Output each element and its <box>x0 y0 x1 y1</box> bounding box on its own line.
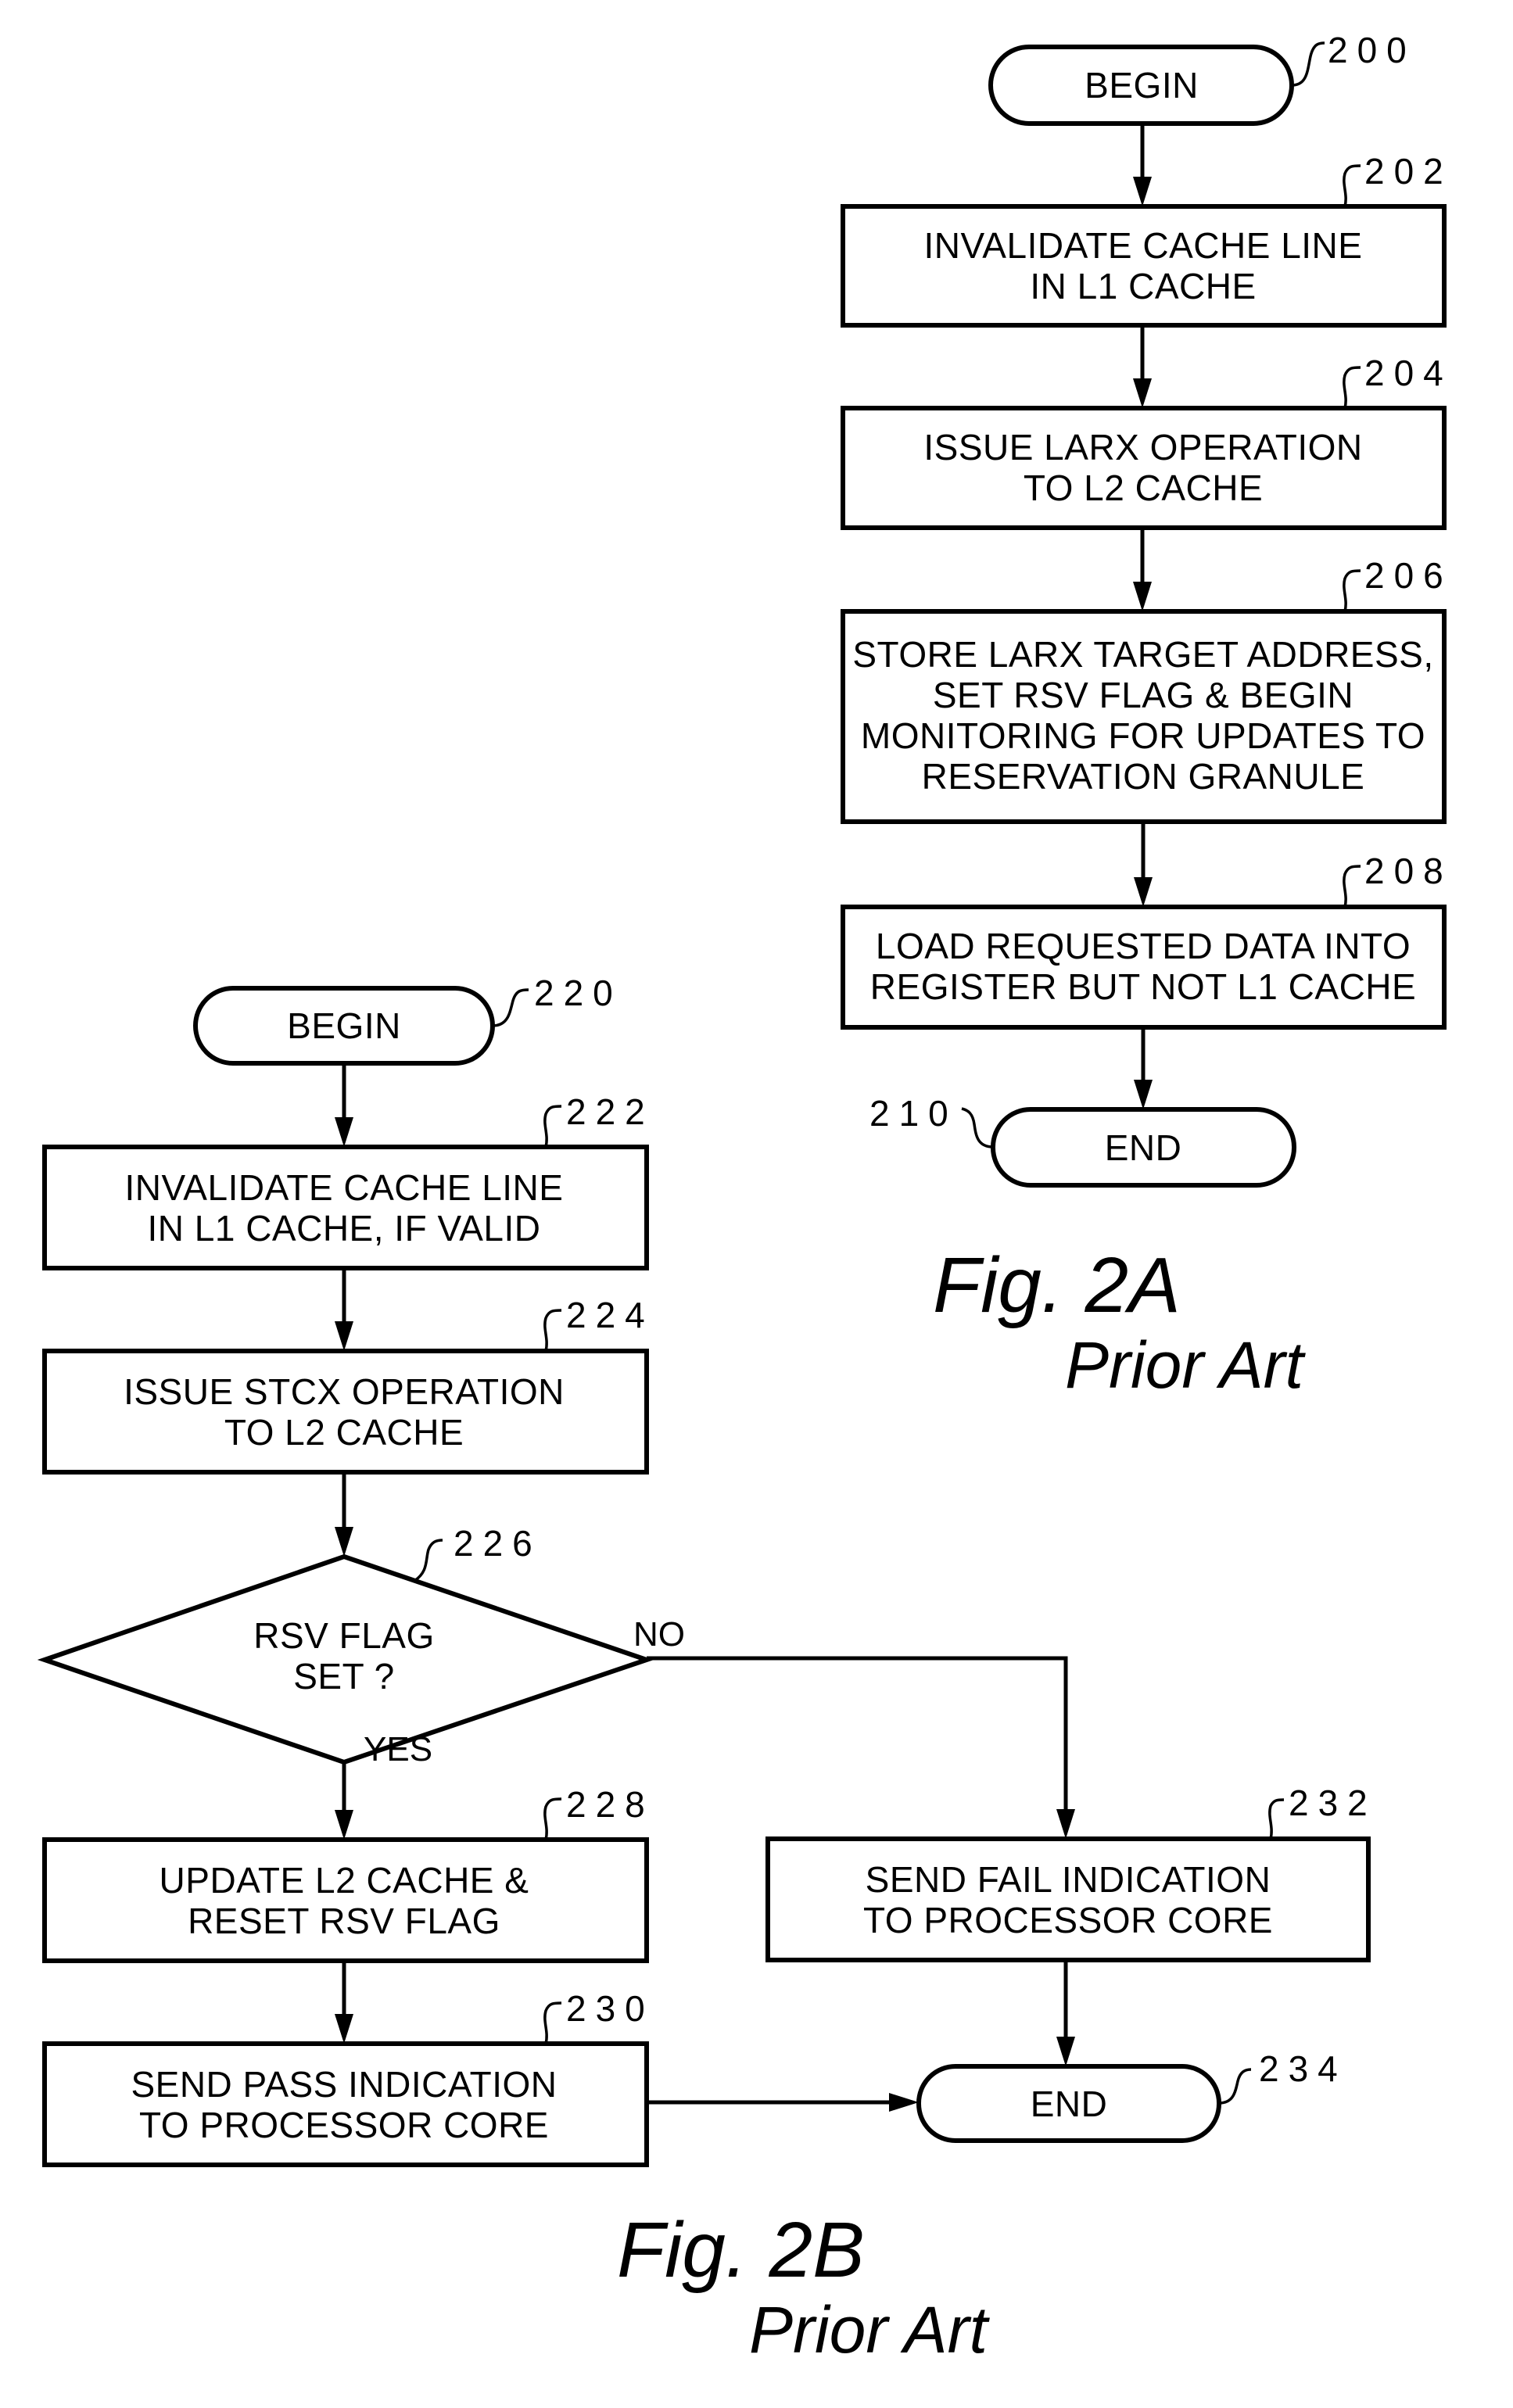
node-230-line-2: TO PROCESSOR CORE <box>139 2105 549 2145</box>
arrowhead-icon <box>1133 177 1152 206</box>
ref-204-leader <box>1343 366 1361 409</box>
node-226-decision: RSV FLAG SET ? 226 NO YES <box>37 1523 685 1768</box>
ref-206: 206 <box>1364 555 1453 596</box>
ref-224-leader <box>543 1309 562 1352</box>
arrowhead-icon <box>1134 1080 1153 1109</box>
arrowhead-icon <box>1056 2037 1075 2066</box>
ref-228: 228 <box>566 1784 654 1825</box>
arrowhead-icon <box>1134 877 1153 907</box>
arrowhead-icon <box>335 2014 353 2044</box>
node-234-end: END 234 <box>916 2048 1347 2143</box>
ref-226-leader <box>413 1539 443 1582</box>
ref-222-leader <box>543 1105 562 1148</box>
ref-200-leader <box>1291 41 1325 87</box>
node-228-line-2: RESET RSV FLAG <box>188 1901 500 1941</box>
figure-2b-caption: Fig. 2B <box>617 2206 865 2294</box>
node-232-line-2: TO PROCESSOR CORE <box>863 1900 1273 1940</box>
node-220-begin: BEGIN 220 <box>193 973 622 1066</box>
ref-228-leader <box>543 1797 562 1840</box>
node-226-line-1: RSV FLAG <box>253 1615 435 1656</box>
node-210-label: END <box>1105 1127 1182 1168</box>
arrowhead-icon <box>335 1810 353 1840</box>
node-204-line-2: TO L2 CACHE <box>1024 468 1263 508</box>
node-220-label: BEGIN <box>287 1005 401 1046</box>
ref-230-leader <box>543 2001 562 2044</box>
ref-208-leader <box>1343 865 1361 908</box>
branch-label-no: NO <box>633 1615 685 1654</box>
ref-202-leader <box>1343 164 1361 207</box>
edge-226-232-no <box>647 1656 1068 1814</box>
arrowhead-icon <box>335 1527 353 1557</box>
figure-2b-subcaption: Prior Art <box>749 2293 991 2367</box>
node-202-line-1: INVALIDATE CACHE LINE <box>924 225 1363 266</box>
node-208-process: LOAD REQUESTED DATA INTO REGISTER BUT NO… <box>841 851 1453 1030</box>
node-228-line-1: UPDATE L2 CACHE & <box>160 1860 529 1901</box>
ref-220-leader <box>492 988 529 1027</box>
node-222-line-1: INVALIDATE CACHE LINE <box>125 1167 564 1208</box>
ref-222: 222 <box>566 1091 654 1132</box>
node-206-process: STORE LARX TARGET ADDRESS, SET RSV FLAG … <box>841 555 1453 824</box>
node-224-line-1: ISSUE STCX OPERATION <box>124 1371 565 1412</box>
ref-202: 202 <box>1364 151 1453 192</box>
node-200-label: BEGIN <box>1085 65 1199 106</box>
ref-230: 230 <box>566 1988 654 2029</box>
node-206-line-4: RESERVATION GRANULE <box>922 756 1365 797</box>
node-234-label: END <box>1031 2084 1108 2124</box>
branch-label-yes: YES <box>364 1730 432 1768</box>
node-208-line-1: LOAD REQUESTED DATA INTO <box>876 926 1411 966</box>
figure-2a: BEGIN 200 INVALIDATE CACHE LINE IN L1 CA… <box>841 30 1453 1402</box>
arrowhead-icon <box>1133 582 1152 611</box>
ref-206-leader <box>1343 569 1361 612</box>
ref-208: 208 <box>1364 851 1453 891</box>
arrowhead-icon <box>335 1117 353 1147</box>
node-200-begin: BEGIN 200 <box>988 30 1416 126</box>
node-222-line-2: IN L1 CACHE, IF VALID <box>147 1208 540 1249</box>
ref-200: 200 <box>1328 30 1416 70</box>
figure-2a-subcaption: Prior Art <box>1065 1328 1307 1402</box>
node-210-end: END 210 <box>869 1093 1296 1188</box>
arrowhead-icon <box>1133 378 1152 408</box>
ref-234-leader <box>1218 2068 1252 2105</box>
ref-226: 226 <box>454 1523 542 1564</box>
ref-210: 210 <box>869 1093 958 1134</box>
patent-flowchart-figures: BEGIN 200 INVALIDATE CACHE LINE IN L1 CA… <box>37 30 1453 2367</box>
ref-210-leader <box>961 1107 994 1148</box>
ref-224: 224 <box>566 1295 654 1335</box>
node-208-line-2: REGISTER BUT NOT L1 CACHE <box>870 966 1416 1007</box>
ref-234: 234 <box>1259 2048 1347 2089</box>
node-206-line-2: SET RSV FLAG & BEGIN <box>933 675 1353 715</box>
ref-232: 232 <box>1289 1783 1377 1823</box>
node-224-line-2: TO L2 CACHE <box>224 1412 464 1453</box>
node-202-line-2: IN L1 CACHE <box>1030 266 1256 306</box>
arrowhead-icon <box>335 1321 353 1351</box>
ref-220: 220 <box>534 973 622 1013</box>
node-204-line-1: ISSUE LARX OPERATION <box>923 427 1362 468</box>
node-226-line-2: SET ? <box>293 1656 395 1697</box>
node-206-line-3: MONITORING FOR UPDATES TO <box>861 715 1425 756</box>
arrowhead-icon <box>1056 1809 1075 1839</box>
node-230-line-1: SEND PASS INDICATION <box>131 2064 557 2105</box>
figure-2a-caption: Fig. 2A <box>933 1242 1181 1329</box>
ref-204: 204 <box>1364 353 1453 393</box>
arrowhead-icon <box>889 2093 919 2112</box>
node-232-line-1: SEND FAIL INDICATION <box>866 1859 1271 1900</box>
ref-232-leader <box>1268 1798 1285 1840</box>
node-206-line-1: STORE LARX TARGET ADDRESS, <box>852 634 1433 675</box>
